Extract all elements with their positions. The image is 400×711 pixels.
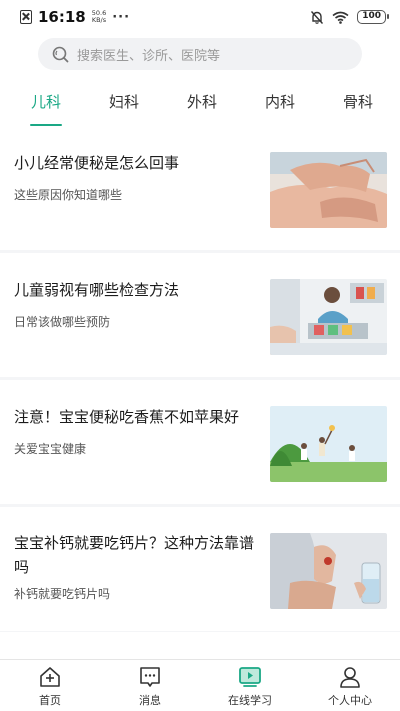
article-subtitle: 日常该做哪些预防 xyxy=(14,315,111,329)
nav-messages[interactable]: 消息 xyxy=(100,660,200,711)
tab-gynecology[interactable]: 妇科 xyxy=(100,80,148,126)
article-card-partial[interactable] xyxy=(0,632,400,662)
taking-pill-with-water-photo xyxy=(270,533,387,609)
tab-pediatrics[interactable]: 儿科 xyxy=(22,80,70,126)
wifi-icon xyxy=(332,11,349,24)
status-bar: 16:18 50.6 KB/s ··· 100 xyxy=(0,0,400,34)
bottom-nav: 首页 消息 在线学习 个人中心 xyxy=(0,659,400,711)
nav-label: 首页 xyxy=(39,694,61,707)
article-subtitle: 关爱宝宝健康 xyxy=(14,442,87,456)
hands-massage-photo xyxy=(270,152,387,228)
message-icon xyxy=(140,667,160,687)
tab-surgery[interactable]: 外科 xyxy=(178,80,226,126)
tab-internal-medicine[interactable]: 内科 xyxy=(256,80,304,126)
search-input[interactable]: 搜索医生、诊所、医院等 xyxy=(38,38,362,70)
status-time: 16:18 xyxy=(38,8,86,26)
search-icon xyxy=(52,46,69,62)
nav-profile[interactable]: 个人中心 xyxy=(300,660,400,711)
nav-online-learning[interactable]: 在线学习 xyxy=(200,660,300,711)
article-card[interactable]: 小儿经常便秘是怎么回事 这些原因你知道哪些 xyxy=(0,126,400,250)
article-subtitle: 这些原因你知道哪些 xyxy=(14,188,123,202)
article-card[interactable]: 宝宝补钙就要吃钙片？这种方法靠谱吗 补钙就要吃钙片吗 xyxy=(0,507,400,631)
article-card[interactable]: 注意！宝宝便秘吃香蕉不如苹果好 关爱宝宝健康 xyxy=(0,380,400,504)
article-title: 小儿经常便秘是怎么回事 xyxy=(14,154,180,172)
net-speed: 50.6 KB/s xyxy=(91,9,107,24)
person-icon xyxy=(340,667,360,688)
nav-home[interactable]: 首页 xyxy=(0,660,100,711)
mute-bell-icon xyxy=(311,10,324,24)
article-card[interactable]: 儿童弱视有哪些检查方法 日常该做哪些预防 xyxy=(0,253,400,377)
article-title: 儿童弱视有哪些检查方法 xyxy=(14,281,180,299)
search-placeholder: 搜索医生、诊所、医院等 xyxy=(77,48,221,64)
battery-icon: 100 xyxy=(357,10,389,24)
article-subtitle: 补钙就要吃钙片吗 xyxy=(14,587,111,601)
nav-label: 个人中心 xyxy=(328,694,372,707)
video-play-icon xyxy=(239,667,261,687)
article-list: 小儿经常便秘是怎么回事 这些原因你知道哪些 儿童弱视有哪些检查方法 日常该做哪些… xyxy=(0,126,400,662)
children-playing-outdoors-photo xyxy=(270,406,387,482)
more-dots: ··· xyxy=(112,9,131,25)
article-title: 注意！宝宝便秘吃香蕉不如苹果好 xyxy=(14,408,240,426)
nav-label: 在线学习 xyxy=(228,694,272,707)
tab-orthopedics[interactable]: 骨科 xyxy=(334,80,382,126)
article-title: 宝宝补钙就要吃钙片？这种方法靠谱吗 xyxy=(14,534,255,576)
eye-exam-clinic-photo xyxy=(270,279,387,355)
nav-label: 消息 xyxy=(139,694,161,707)
home-icon xyxy=(40,667,60,687)
category-tabs: 儿科 妇科 外科 内科 骨科 xyxy=(0,80,400,126)
close-notification-icon xyxy=(20,10,32,24)
